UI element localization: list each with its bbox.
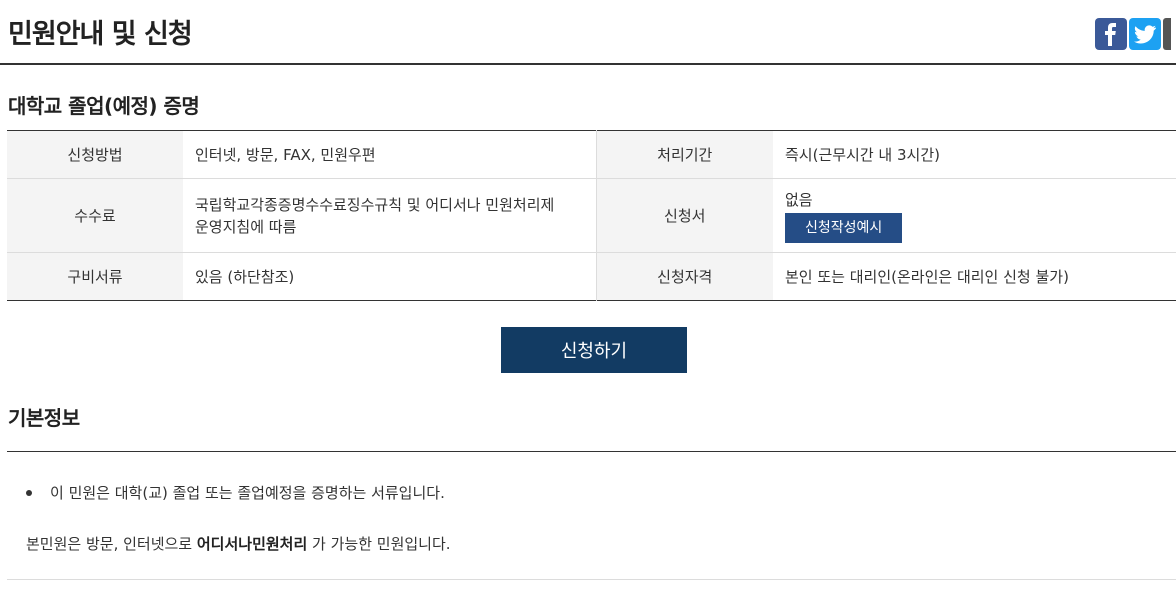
desc-prefix: 본민원은 방문, 인터넷으로 <box>26 535 197 553</box>
table-row: 수수료 국립학교각종증명수수료징수규칙 및 어디서나 민원처리제 운영지침에 따… <box>7 178 1176 253</box>
label-form: 신청서 <box>595 178 773 253</box>
service-title: 대학교 졸업(예정) 증명 <box>8 94 200 118</box>
value-form-text: 없음 <box>785 190 813 209</box>
desc-bold: 어디서나민원처리 <box>196 535 308 553</box>
label-method: 신청방법 <box>7 130 183 179</box>
divider <box>7 579 1176 580</box>
bullet-item: 이 민원은 대학(교) 졸업 또는 졸업예정을 증명하는 서류입니다. <box>26 482 445 503</box>
page-title: 민원안내 및 신청 <box>8 19 193 50</box>
value-form: 없음 신청작성예시 <box>773 178 1176 253</box>
page-header: 민원안내 및 신청 <box>0 0 1176 65</box>
value-fee-line1: 국립학교각종증명수수료징수규칙 및 어디서나 민원처리제 <box>195 195 555 214</box>
label-period: 처리기간 <box>595 130 773 179</box>
bullet-dot-icon <box>26 489 32 496</box>
service-info-table: 신청방법 인터넷, 방문, FAX, 민원우편 처리기간 즉시(근무시간 내 3… <box>7 130 1176 301</box>
label-eligibility: 신청자격 <box>595 252 773 301</box>
desc-suffix: 가 가능한 민원입니다. <box>307 535 451 553</box>
twitter-icon[interactable] <box>1129 18 1161 50</box>
description: 본민원은 방문, 인터넷으로 어디서나민원처리 가 가능한 민원입니다. <box>26 533 451 554</box>
value-period: 즉시(근무시간 내 3시간) <box>773 130 1176 179</box>
table-row: 신청방법 인터넷, 방문, FAX, 민원우편 처리기간 즉시(근무시간 내 3… <box>7 130 1176 179</box>
value-fee: 국립학교각종증명수수료징수규칙 및 어디서나 민원처리제 운영지침에 따름 <box>183 178 596 253</box>
value-method: 인터넷, 방문, FAX, 민원우편 <box>183 130 596 179</box>
more-share-icon[interactable] <box>1163 18 1171 50</box>
value-eligibility: 본인 또는 대리인(온라인은 대리인 신청 불가) <box>785 267 1069 286</box>
apply-button[interactable]: 신청하기 <box>501 327 687 373</box>
value-fee-line2: 운영지침에 따름 <box>195 217 297 236</box>
form-example-button[interactable]: 신청작성예시 <box>785 212 903 243</box>
label-documents: 구비서류 <box>7 252 183 301</box>
table-row: 구비서류 있음 (하단참조) 신청자격 본인 또는 대리인(온라인은 대리인 신… <box>7 252 1176 301</box>
share-icons <box>1095 18 1171 50</box>
bullet-text: 이 민원은 대학(교) 졸업 또는 졸업예정을 증명하는 서류입니다. <box>50 484 445 502</box>
basic-info-title: 기본정보 <box>8 406 80 430</box>
value-documents: 있음 (하단참조) <box>195 267 295 286</box>
divider <box>7 451 1176 452</box>
label-fee: 수수료 <box>7 178 183 253</box>
facebook-icon[interactable] <box>1095 18 1127 50</box>
